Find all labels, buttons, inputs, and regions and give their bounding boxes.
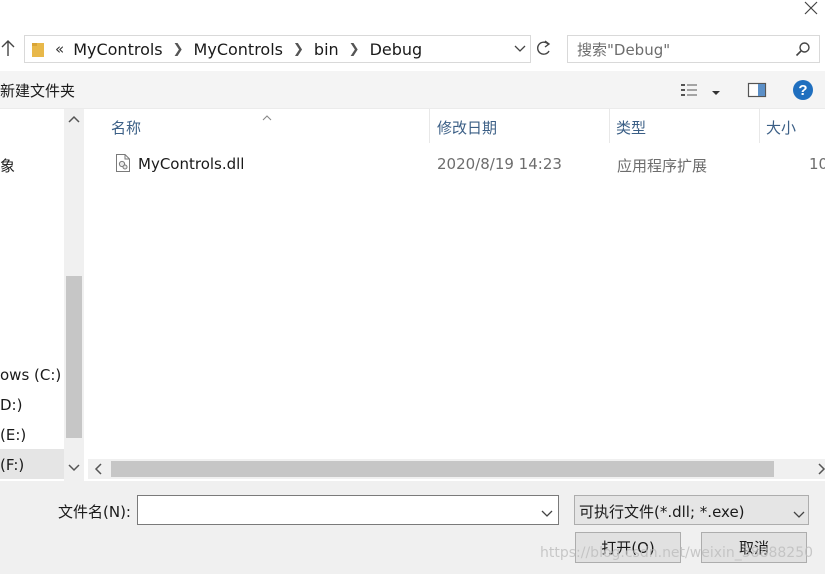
horizontal-scrollbar[interactable] (88, 459, 825, 479)
chevron-right-icon[interactable]: ❯ (349, 42, 360, 57)
search-input[interactable] (577, 40, 787, 60)
address-bar[interactable]: « MyControls ❯ MyControls ❯ bin ❯ Debug (24, 35, 531, 63)
view-options-icon[interactable] (680, 82, 698, 98)
crumb-mycontrols-2[interactable]: MyControls (194, 40, 283, 59)
file-row[interactable]: MyControls.dll 2020/8/19 14:23 应用程序扩展 10 (88, 149, 825, 179)
column-header-modified[interactable]: 修改日期 (437, 117, 497, 138)
chevron-right-icon[interactable]: ❯ (173, 42, 184, 57)
file-dll-icon (115, 153, 131, 173)
dialog-footer: 文件名(N): 可执行文件(*.dll; *.exe) 打开(O) 取消 htt… (0, 481, 825, 574)
file-list: 名称 修改日期 类型 大小 MyControls.dll 2020/8/19 1… (88, 109, 825, 481)
svg-text:?: ? (798, 82, 807, 99)
nav-item-drive-f[interactable]: (F:) (0, 456, 24, 474)
filename-combo[interactable] (137, 495, 559, 525)
close-icon[interactable] (800, 0, 822, 18)
toolbar: 新建文件夹 ? (0, 71, 825, 109)
chevron-down-icon[interactable] (513, 42, 527, 56)
up-arrow-icon[interactable] (0, 38, 16, 58)
column-divider[interactable] (609, 109, 610, 143)
filename-input[interactable] (144, 500, 529, 520)
crumb-mycontrols-1[interactable]: MyControls (73, 40, 162, 59)
overflow-chevron-icon[interactable]: « (55, 40, 64, 58)
preview-pane-icon[interactable] (747, 81, 767, 99)
chevron-right-icon[interactable] (814, 462, 825, 476)
folder-icon (31, 40, 45, 58)
breadcrumb: « MyControls ❯ MyControls ❯ bin ❯ Debug (55, 36, 422, 62)
column-header-type[interactable]: 类型 (616, 117, 646, 138)
column-divider[interactable] (429, 109, 430, 143)
search-icon[interactable] (795, 41, 811, 57)
chevron-left-icon[interactable] (92, 462, 106, 476)
column-header-name[interactable]: 名称 (111, 117, 141, 138)
crumb-bin[interactable]: bin (314, 40, 339, 59)
search-box[interactable] (567, 35, 820, 63)
new-folder-button[interactable]: 新建文件夹 (0, 80, 75, 101)
crumb-debug[interactable]: Debug (370, 40, 423, 59)
file-modified: 2020/8/19 14:23 (437, 155, 562, 173)
refresh-icon[interactable] (531, 35, 555, 63)
nav-item-drive-e[interactable]: (E:) (0, 426, 26, 444)
chevron-down-icon[interactable] (541, 505, 553, 517)
chevron-down-icon[interactable] (64, 459, 84, 477)
nav-scrollbar-thumb[interactable] (66, 276, 82, 438)
nav-item-drive-d[interactable]: D:) (0, 396, 22, 414)
column-header-size[interactable]: 大小 (766, 117, 796, 138)
file-size: 10 (809, 155, 825, 173)
chevron-down-icon[interactable] (711, 84, 721, 95)
column-divider[interactable] (759, 109, 760, 143)
nav-item-drive-c[interactable]: ows (C:) (0, 366, 61, 384)
navigation-pane: 象 ows (C:) D:) (E:) (F:) (0, 109, 86, 481)
help-icon[interactable]: ? (792, 79, 814, 101)
file-type: 应用程序扩展 (617, 157, 708, 175)
nav-item-objects[interactable]: 象 (0, 155, 15, 176)
file-type-filter-select[interactable]: 可执行文件(*.dll; *.exe) (574, 495, 809, 525)
file-type-filter-value: 可执行文件(*.dll; *.exe) (579, 503, 745, 521)
filename-label: 文件名(N): (58, 503, 131, 521)
chevron-right-icon[interactable]: ❯ (293, 42, 304, 57)
file-name[interactable]: MyControls.dll (138, 155, 244, 173)
watermark-text: https://blog.csdn.net/weixin_38888250 (540, 545, 814, 561)
chevron-up-icon[interactable] (64, 111, 84, 129)
horizontal-scrollbar-thumb[interactable] (111, 461, 774, 477)
sort-ascending-icon (261, 108, 273, 121)
chevron-down-icon[interactable] (793, 506, 805, 518)
